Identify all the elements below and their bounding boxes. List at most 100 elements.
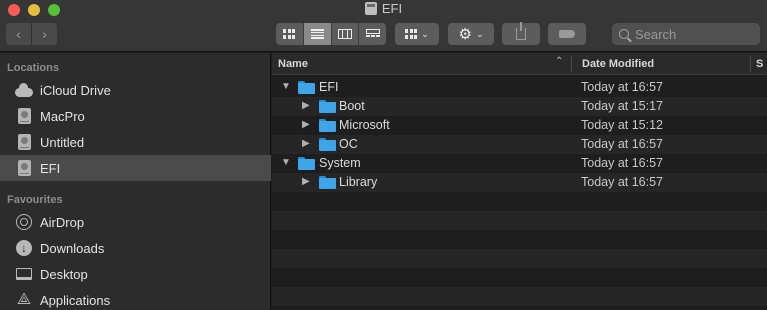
- share-icon: [516, 22, 526, 40]
- file-name: System: [319, 156, 361, 170]
- file-name: Library: [339, 175, 378, 189]
- desktop-icon: [16, 268, 32, 280]
- gallery-icon: [365, 29, 380, 39]
- folder-icon: [319, 119, 336, 132]
- window-title-text: EFI: [381, 1, 403, 16]
- file-date: Today at 16:57: [581, 137, 664, 151]
- file-list: Name ⌃ Date Modified S ▼ EFI Today at 16…: [272, 53, 767, 310]
- sidebar-item-label: Desktop: [40, 266, 88, 282]
- sidebar-item-airdrop[interactable]: AirDrop: [0, 209, 271, 235]
- disclosure-collapsed-icon[interactable]: ▶: [302, 100, 310, 111]
- folder-icon: [298, 157, 315, 170]
- folder-icon: [319, 138, 336, 151]
- chevron-down-icon: ⌄: [475, 28, 484, 39]
- folder-icon: [319, 176, 336, 189]
- drive-icon: [17, 160, 31, 176]
- file-name: OC: [339, 137, 358, 151]
- sidebar-section-locations: Locations: [7, 62, 59, 74]
- sidebar: Locations iCloud Drive MacPro Untitled E…: [0, 53, 271, 310]
- column-divider[interactable]: [750, 56, 751, 72]
- share-button[interactable]: [502, 22, 540, 45]
- toolbar: EFI ‹ › ⌄ ⚙ ⌄: [0, 0, 767, 52]
- column-header-size[interactable]: S: [756, 58, 763, 70]
- downloads-icon: ↓: [16, 240, 32, 256]
- search-icon: [619, 29, 629, 39]
- sort-ascending-icon: ⌃: [555, 56, 564, 67]
- empty-row: [272, 249, 767, 268]
- sidebar-item-label: Untitled: [40, 134, 85, 150]
- group-grid-icon: [405, 29, 418, 39]
- sidebar-item-applications[interactable]: ⟁ Applications: [0, 287, 271, 310]
- back-button[interactable]: ‹: [6, 26, 31, 42]
- chevron-down-icon: ⌄: [421, 28, 429, 39]
- cloud-icon: [15, 82, 33, 97]
- sidebar-item-label: MacPro: [40, 108, 85, 124]
- disk-icon: [364, 2, 377, 15]
- icon-grid-icon: [283, 29, 296, 39]
- disclosure-expanded-icon[interactable]: ▼: [281, 81, 291, 92]
- group-by-button[interactable]: ⌄: [395, 23, 439, 45]
- table-row[interactable]: ▼ System Today at 16:57: [272, 154, 767, 173]
- sidebar-section-favourites: Favourites: [7, 194, 63, 206]
- drive-icon: [17, 108, 31, 124]
- sidebar-item-efi[interactable]: EFI: [0, 155, 271, 181]
- column-header-bar: Name ⌃ Date Modified S: [272, 53, 767, 75]
- folder-icon: [319, 100, 336, 113]
- gallery-view-button[interactable]: [359, 23, 386, 45]
- tag-icon: [559, 30, 575, 38]
- sidebar-item-macpro[interactable]: MacPro: [0, 103, 271, 129]
- sidebar-item-label: AirDrop: [40, 214, 85, 230]
- file-date: Today at 15:12: [581, 118, 664, 132]
- gear-icon: ⚙: [458, 25, 472, 43]
- airdrop-icon: [16, 214, 32, 230]
- drive-icon: [17, 134, 31, 150]
- file-date: Today at 15:17: [581, 99, 664, 113]
- forward-button[interactable]: ›: [32, 26, 57, 42]
- columns-icon: [337, 29, 352, 39]
- column-header-date-modified[interactable]: Date Modified: [582, 58, 654, 70]
- file-name: Boot: [339, 99, 365, 113]
- file-name: EFI: [319, 80, 339, 94]
- sidebar-item-downloads[interactable]: ↓ Downloads: [0, 235, 271, 261]
- disclosure-expanded-icon[interactable]: ▼: [281, 157, 291, 168]
- disclosure-collapsed-icon[interactable]: ▶: [302, 119, 310, 130]
- table-row[interactable]: ▶ OC Today at 16:57: [272, 135, 767, 154]
- search-input[interactable]: [635, 26, 745, 42]
- empty-row: [272, 268, 767, 287]
- action-menu-button[interactable]: ⚙ ⌄: [448, 23, 494, 45]
- applications-icon: ⟁: [16, 291, 32, 308]
- file-date: Today at 16:57: [581, 175, 664, 189]
- search-field[interactable]: [612, 23, 760, 45]
- window-title: EFI: [0, 1, 767, 16]
- sidebar-item-label: iCloud Drive: [40, 82, 111, 98]
- sidebar-item-label: Applications: [40, 292, 111, 308]
- table-row[interactable]: ▶ Library Today at 16:57: [272, 173, 767, 192]
- list-view-button[interactable]: [303, 23, 332, 45]
- table-row[interactable]: ▶ Microsoft Today at 15:12: [272, 116, 767, 135]
- icon-view-button[interactable]: [276, 23, 304, 45]
- folder-icon: [298, 81, 315, 94]
- column-view-button[interactable]: [332, 23, 360, 45]
- list-icon: [310, 29, 324, 39]
- column-divider[interactable]: [571, 56, 572, 72]
- disclosure-collapsed-icon[interactable]: ▶: [302, 176, 310, 187]
- file-name: Microsoft: [339, 118, 390, 132]
- back-forward-buttons: ‹ ›: [6, 23, 57, 45]
- file-date: Today at 16:57: [581, 156, 664, 170]
- sidebar-item-untitled[interactable]: Untitled: [0, 129, 271, 155]
- tags-button[interactable]: [548, 23, 586, 45]
- sidebar-item-label: EFI: [40, 160, 61, 176]
- empty-row: [272, 211, 767, 230]
- table-row[interactable]: ▼ EFI Today at 16:57: [272, 78, 767, 97]
- table-row[interactable]: ▶ Boot Today at 15:17: [272, 97, 767, 116]
- empty-row: [272, 192, 767, 211]
- disclosure-collapsed-icon[interactable]: ▶: [302, 138, 310, 149]
- file-date: Today at 16:57: [581, 80, 664, 94]
- empty-row: [272, 287, 767, 306]
- column-header-name[interactable]: Name: [278, 58, 308, 70]
- view-mode-control: [276, 23, 386, 45]
- sidebar-item-label: Downloads: [40, 240, 105, 256]
- empty-row: [272, 230, 767, 249]
- sidebar-item-desktop[interactable]: Desktop: [0, 261, 271, 287]
- sidebar-item-icloud-drive[interactable]: iCloud Drive: [0, 77, 271, 103]
